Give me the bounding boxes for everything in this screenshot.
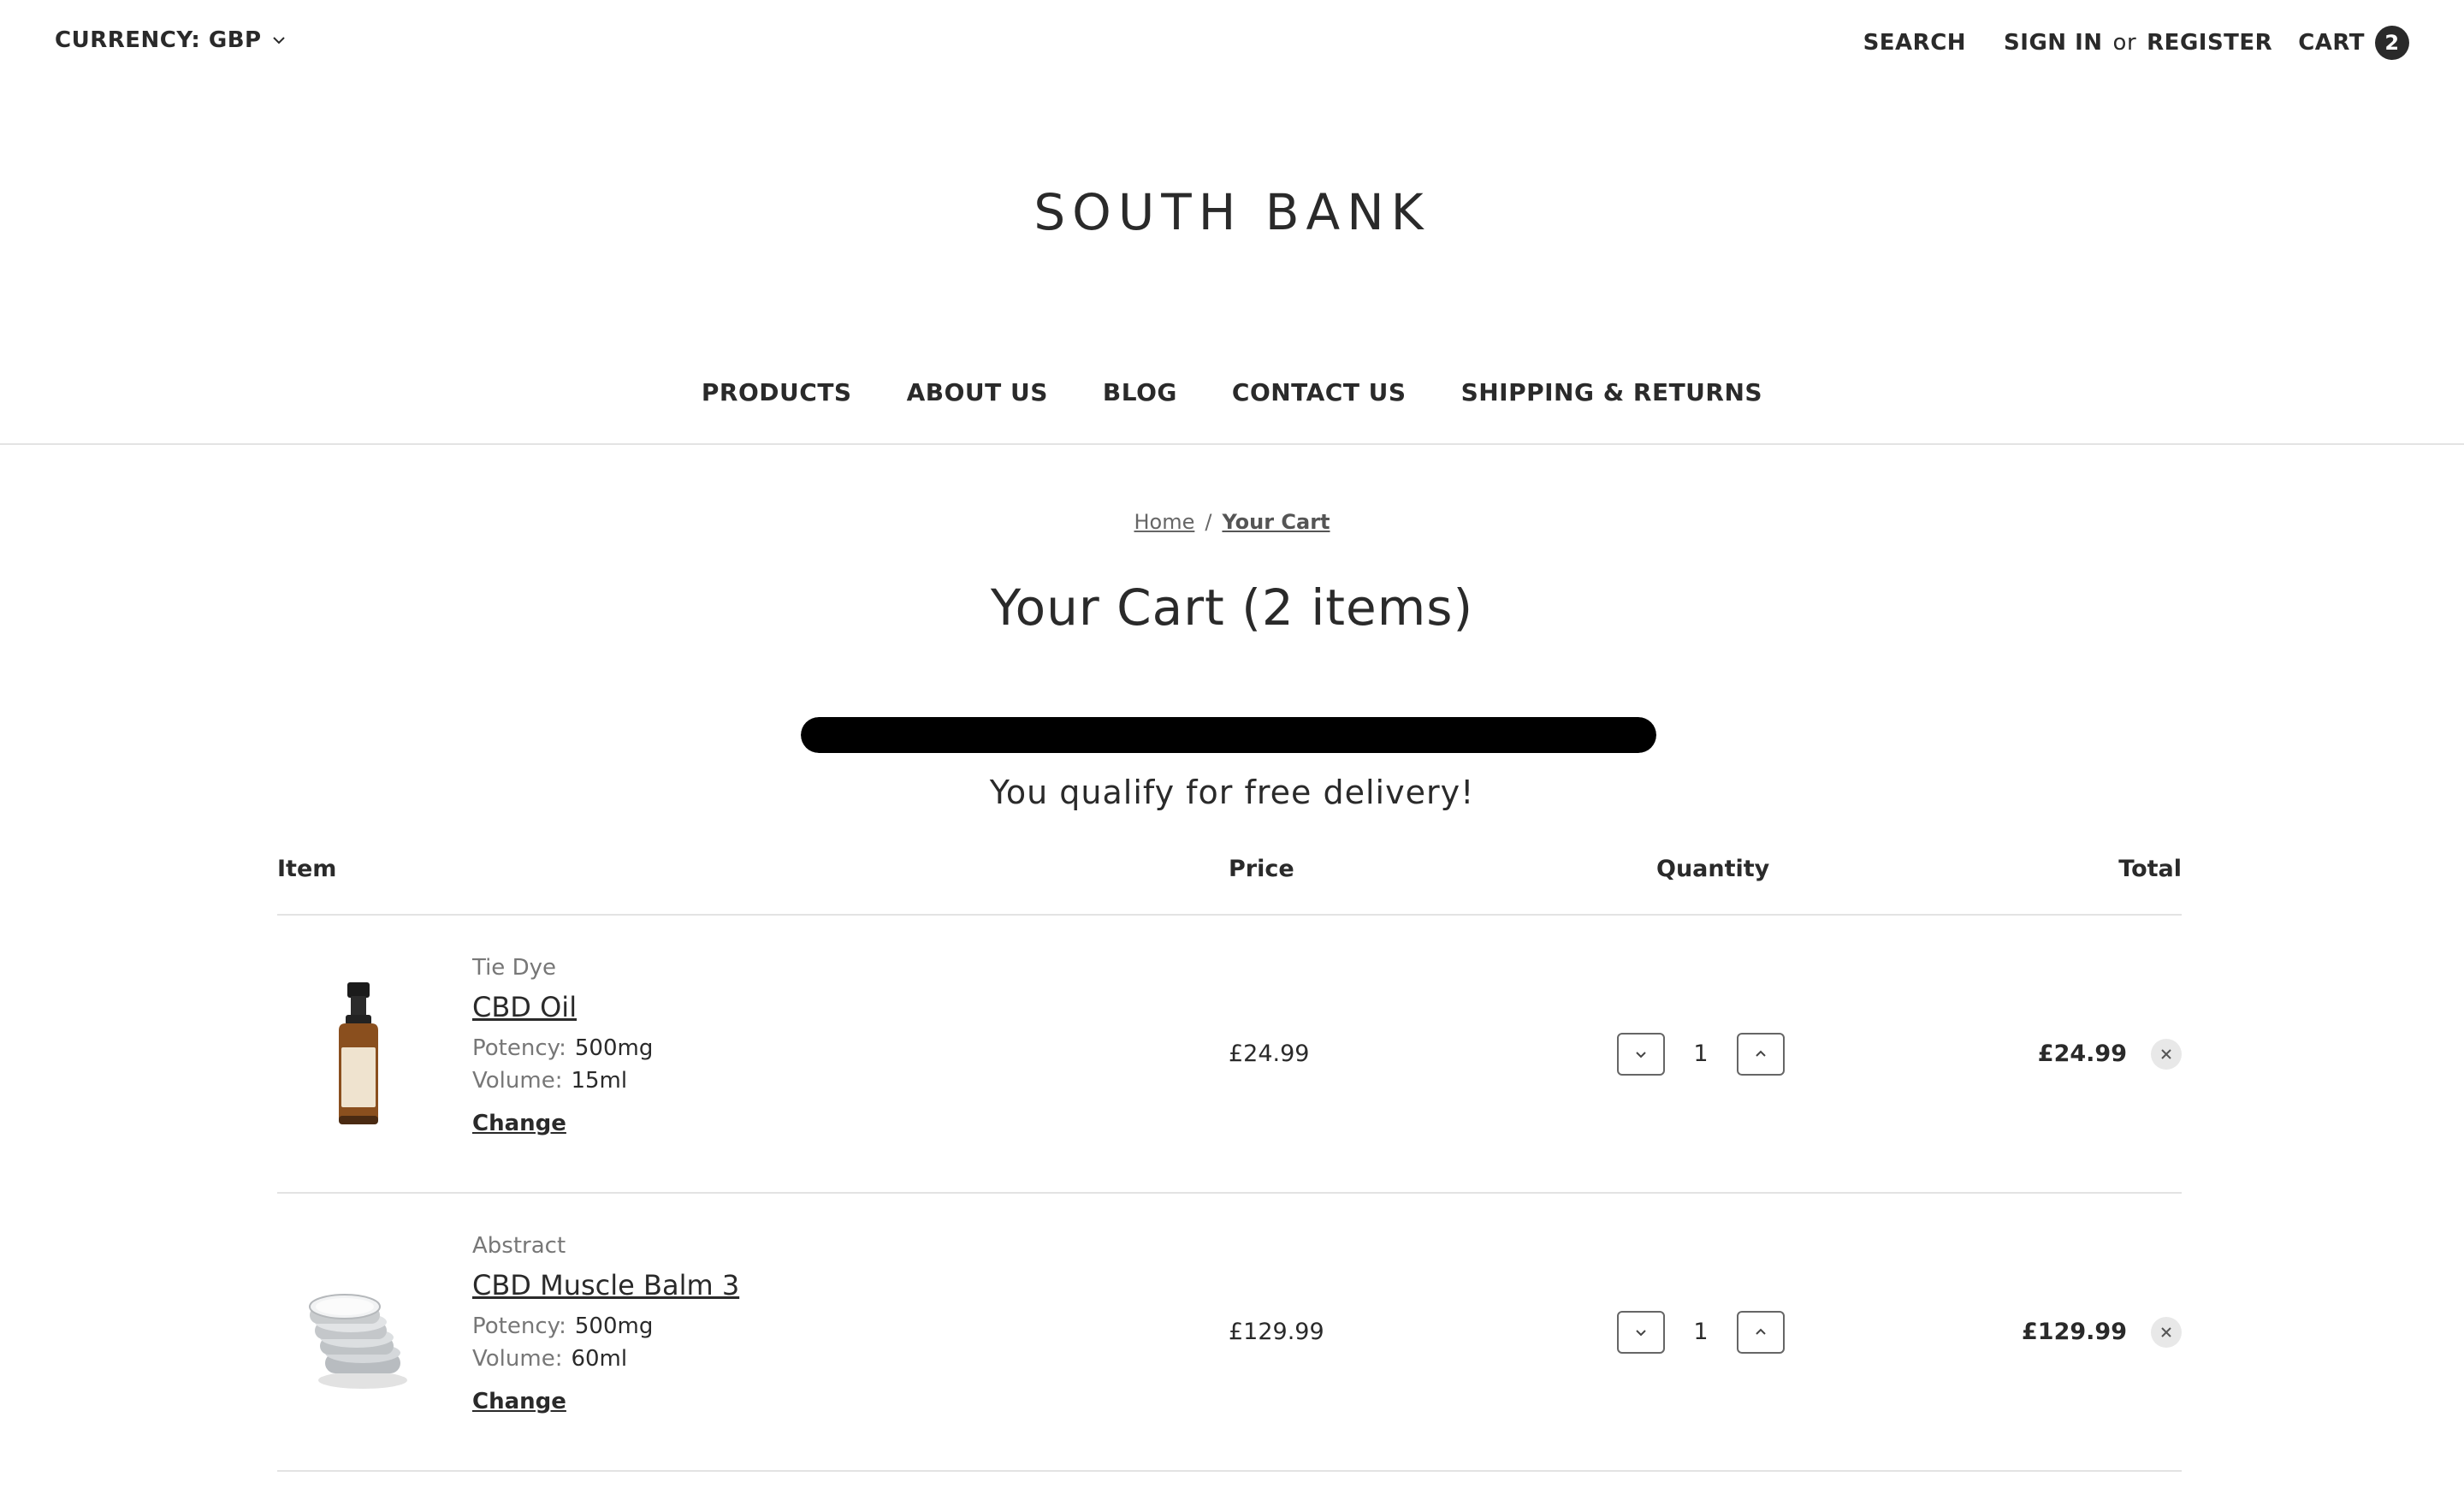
chevron-down-icon	[1636, 1329, 1646, 1336]
quantity-value[interactable]: 1	[1665, 1319, 1737, 1345]
item-total: £24.99	[2037, 1041, 2127, 1067]
item-name-link[interactable]: CBD Oil	[472, 991, 577, 1023]
currency-selector[interactable]: CURRENCY: GBP	[55, 27, 287, 53]
remove-item-button[interactable]	[2151, 1038, 2182, 1070]
quantity-stepper: 1	[1617, 916, 1785, 1192]
chevron-up-icon	[1756, 1328, 1766, 1335]
quantity-value[interactable]: 1	[1665, 1041, 1737, 1067]
nav-item-shipping-returns[interactable]: SHIPPING & RETURNS	[1461, 378, 1763, 406]
delivery-progress-bar	[801, 717, 1656, 753]
close-icon	[2161, 1048, 2171, 1059]
item-brand: Abstract	[472, 1233, 566, 1259]
item-total: £129.99	[2022, 1319, 2127, 1345]
chevron-up-icon	[1756, 1050, 1766, 1057]
delivery-message: You qualify for free delivery!	[989, 774, 1475, 811]
item-option: Volume: 60ml	[472, 1346, 739, 1372]
option-value: 60ml	[571, 1346, 628, 1372]
change-options-link[interactable]: Change	[472, 1389, 566, 1414]
quantity-stepper: 1	[1617, 1194, 1785, 1470]
breadcrumb-home[interactable]: Home	[1134, 510, 1194, 534]
header-quantity: Quantity	[1656, 856, 1770, 882]
option-label: Potency:	[472, 1313, 566, 1339]
option-value: 15ml	[571, 1068, 628, 1094]
item-option: Potency: 500mg	[472, 1035, 653, 1061]
header-item: Item	[277, 856, 337, 882]
cart-link[interactable]: CART 2	[2298, 26, 2409, 60]
item-option: Volume: 15ml	[472, 1068, 653, 1094]
breadcrumb-separator: /	[1205, 510, 1212, 534]
product-image-cbd-muscle-balm[interactable]	[294, 1254, 423, 1408]
option-label: Volume:	[472, 1068, 563, 1094]
register-link[interactable]: REGISTER	[2147, 30, 2272, 56]
sign-in-link[interactable]: SIGN IN	[2004, 30, 2103, 56]
cart-table-header: Item Price Quantity Total	[277, 856, 2182, 916]
breadcrumb-current[interactable]: Your Cart	[1222, 510, 1330, 534]
or-text: or	[2112, 30, 2137, 56]
option-label: Volume:	[472, 1346, 563, 1372]
cart-count-badge: 2	[2375, 26, 2409, 60]
cart-label: CART	[2298, 30, 2365, 56]
item-option: Potency: 500mg	[472, 1313, 739, 1339]
main-nav: PRODUCTS ABOUT US BLOG CONTACT US SHIPPI…	[0, 378, 2464, 406]
nav-item-products[interactable]: PRODUCTS	[702, 378, 852, 406]
chevron-down-icon	[1636, 1051, 1646, 1058]
item-details: Tie Dye CBD Oil Potency: 500mg Volume: 15m…	[472, 955, 653, 1136]
option-value: 500mg	[574, 1035, 654, 1061]
currency-label: CURRENCY: GBP	[55, 27, 262, 53]
chevron-down-icon	[272, 37, 285, 44]
item-price: £129.99	[1229, 1319, 1324, 1345]
quantity-increase-button[interactable]	[1737, 1310, 1785, 1354]
top-utility-bar: CURRENCY: GBP SEARCH SIGN IN or REGISTER…	[0, 0, 2464, 86]
store-logo[interactable]: SOUTH BANK	[0, 183, 2464, 241]
quantity-decrease-button[interactable]	[1617, 1310, 1665, 1354]
cart-table: Item Price Quantity Total Tie Dye CBD Oi…	[277, 856, 2182, 1472]
nav-divider	[0, 443, 2464, 445]
table-row: Abstract CBD Muscle Balm 3 Potency: 500mg…	[277, 1194, 2182, 1472]
nav-item-contact-us[interactable]: CONTACT US	[1232, 378, 1407, 406]
quantity-decrease-button[interactable]	[1617, 1032, 1665, 1076]
item-brand: Tie Dye	[472, 955, 556, 981]
option-label: Potency:	[472, 1035, 566, 1061]
search-link[interactable]: SEARCH	[1863, 30, 1966, 56]
page-title: Your Cart (2 items)	[990, 578, 1474, 637]
item-price: £24.99	[1229, 1041, 1310, 1067]
close-icon	[2161, 1326, 2171, 1337]
quantity-increase-button[interactable]	[1737, 1032, 1785, 1076]
change-options-link[interactable]: Change	[472, 1111, 566, 1136]
remove-item-button[interactable]	[2151, 1316, 2182, 1348]
item-details: Abstract CBD Muscle Balm 3 Potency: 500mg…	[472, 1233, 739, 1414]
table-row: Tie Dye CBD Oil Potency: 500mg Volume: 15m…	[277, 916, 2182, 1194]
nav-item-about-us[interactable]: ABOUT US	[907, 378, 1048, 406]
account-links: SEARCH SIGN IN or REGISTER CART 2	[1863, 26, 2409, 60]
nav-item-blog[interactable]: BLOG	[1103, 378, 1177, 406]
option-value: 500mg	[574, 1313, 654, 1339]
header-total: Total	[2118, 856, 2182, 882]
delivery-progress-fill	[801, 717, 1656, 753]
product-image-cbd-oil[interactable]	[294, 975, 423, 1130]
item-name-link[interactable]: CBD Muscle Balm 3	[472, 1269, 739, 1301]
header-price: Price	[1229, 856, 1294, 882]
breadcrumb: Home / Your Cart	[0, 510, 2464, 534]
